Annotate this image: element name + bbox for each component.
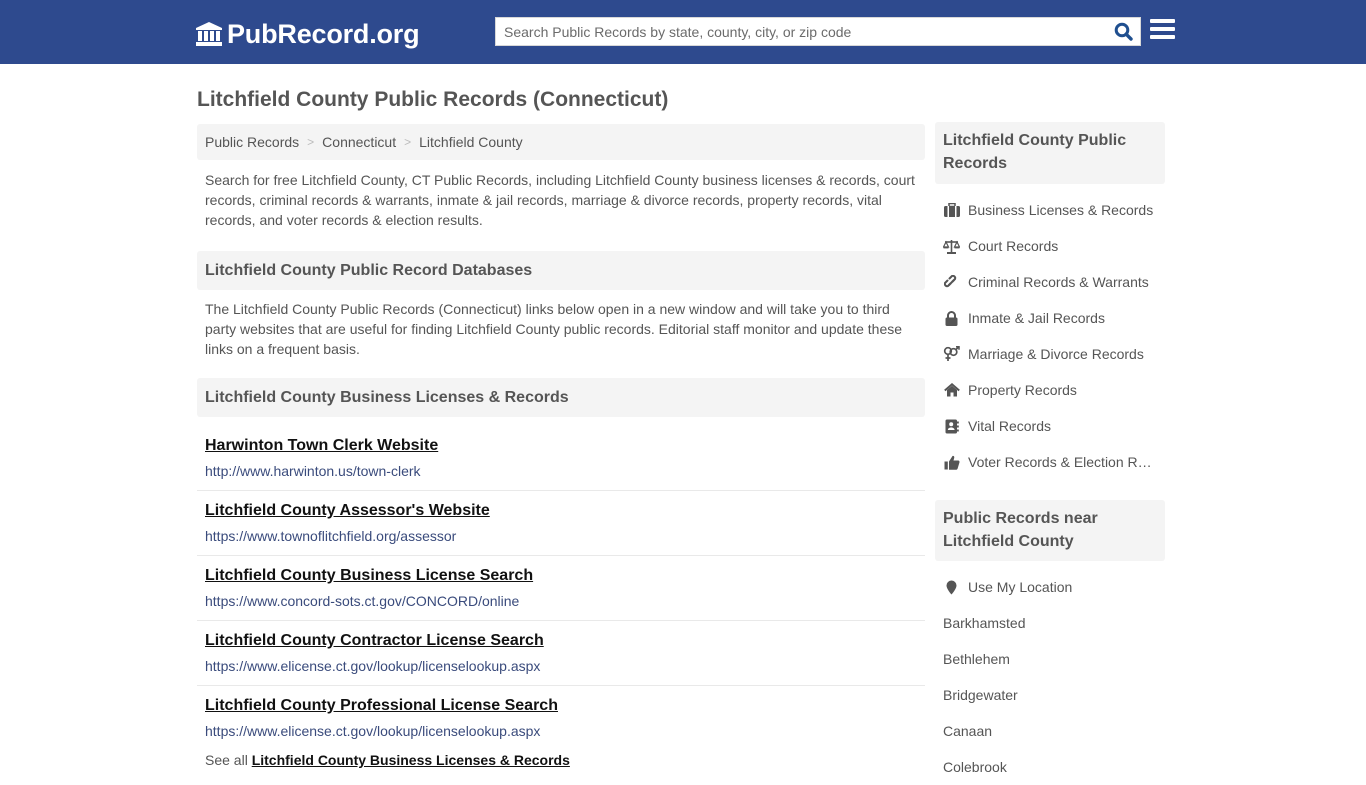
hamburger-icon-bar xyxy=(1150,35,1175,39)
link-title[interactable]: Litchfield County Professional License S… xyxy=(205,697,558,715)
sidebar-item-label: Voter Records & Election Results xyxy=(968,454,1158,470)
nearby-place-link[interactable]: Bridgewater xyxy=(935,677,1165,713)
link-title[interactable]: Litchfield County Business License Searc… xyxy=(205,567,533,585)
sidebar-item-criminal-records[interactable]: Criminal Records & Warrants xyxy=(935,264,1165,300)
nearby-place-link[interactable]: Colebrook xyxy=(935,749,1165,785)
breadcrumb-separator: > xyxy=(307,135,315,149)
list-item: Harwinton Town Clerk Website http://www.… xyxy=(197,426,925,491)
sidebar-item-voter-records[interactable]: Voter Records & Election Results xyxy=(935,444,1165,480)
see-all-prefix: See all xyxy=(205,752,248,768)
sidebar-item-court-records[interactable]: Court Records xyxy=(935,228,1165,264)
nearby-place-link[interactable]: Bethlehem xyxy=(935,641,1165,677)
site-logo[interactable]: PubRecord.org xyxy=(195,17,420,51)
sidebar-item-label: Vital Records xyxy=(968,418,1052,434)
use-my-location-label: Use My Location xyxy=(968,579,1073,595)
sidebar-item-business-licenses[interactable]: Business Licenses & Records xyxy=(935,192,1165,228)
business-links-list: Harwinton Town Clerk Website http://www.… xyxy=(197,426,925,751)
briefcase-icon xyxy=(943,202,960,218)
home-icon xyxy=(943,382,960,398)
intro-text: Search for free Litchfield County, CT Pu… xyxy=(205,172,915,228)
courthouse-icon xyxy=(195,21,223,47)
list-item: Litchfield County Assessor's Website htt… xyxy=(197,491,925,556)
databases-intro-text: The Litchfield County Public Records (Co… xyxy=(205,301,903,357)
link-url[interactable]: https://www.concord-sots.ct.gov/CONCORD/… xyxy=(205,593,519,609)
lock-icon xyxy=(943,310,960,326)
link-url[interactable]: https://www.townoflitchfield.org/assesso… xyxy=(205,528,456,544)
map-marker-icon xyxy=(943,579,960,595)
link-title[interactable]: Litchfield County Contractor License Sea… xyxy=(205,632,544,650)
page-title: Litchfield County Public Records (Connec… xyxy=(197,88,669,111)
sidebar-item-label: Inmate & Jail Records xyxy=(968,310,1105,326)
sidebar-item-label: Property Records xyxy=(968,382,1077,398)
see-all-business-link[interactable]: Litchfield County Business Licenses & Re… xyxy=(252,752,570,768)
address-book-icon xyxy=(943,418,960,434)
nearby-place-link[interactable]: Barkhamsted xyxy=(935,605,1165,641)
hamburger-icon-bar xyxy=(1150,27,1175,31)
hamburger-icon-bar xyxy=(1150,19,1175,23)
thumbs-up-icon xyxy=(943,454,960,470)
sidebar-item-label: Criminal Records & Warrants xyxy=(968,274,1149,290)
link-title[interactable]: Litchfield County Assessor's Website xyxy=(205,502,490,520)
breadcrumb-connecticut[interactable]: Connecticut xyxy=(322,134,396,150)
breadcrumb-litchfield-county[interactable]: Litchfield County xyxy=(419,134,523,150)
sidebar-item-vital-records[interactable]: Vital Records xyxy=(935,408,1165,444)
search-input[interactable] xyxy=(496,18,1106,45)
list-item: Litchfield County Contractor License Sea… xyxy=(197,621,925,686)
sidebar-item-inmate-records[interactable]: Inmate & Jail Records xyxy=(935,300,1165,336)
list-item: Litchfield County Professional License S… xyxy=(197,686,925,751)
sidebar-records-list: Business Licenses & Records Court Record… xyxy=(935,192,1165,480)
list-item: Litchfield County Business License Searc… xyxy=(197,556,925,621)
breadcrumb-separator: > xyxy=(404,135,412,149)
balance-scale-icon xyxy=(943,238,960,254)
logo-text: PubRecord.org xyxy=(227,18,420,49)
link-url[interactable]: https://www.elicense.ct.gov/lookup/licen… xyxy=(205,658,540,674)
use-my-location-button[interactable]: Use My Location xyxy=(935,569,1165,605)
sidebar-records-heading: Litchfield County Public Records xyxy=(935,122,1165,184)
link-title[interactable]: Harwinton Town Clerk Website xyxy=(205,437,438,455)
search-bar xyxy=(495,17,1141,46)
sidebar-item-label: Business Licenses & Records xyxy=(968,202,1154,218)
sidebar-item-marriage-records[interactable]: Marriage & Divorce Records xyxy=(935,336,1165,372)
breadcrumb: Public Records > Connecticut > Litchfiel… xyxy=(197,124,925,160)
venus-mars-icon xyxy=(943,346,960,362)
search-icon xyxy=(1114,22,1133,41)
databases-heading: Litchfield County Public Record Database… xyxy=(197,251,925,290)
business-licenses-heading: Litchfield County Business Licenses & Re… xyxy=(197,378,925,417)
top-navbar: PubRecord.org xyxy=(0,0,1366,64)
search-button[interactable] xyxy=(1106,18,1140,45)
sidebar-item-label: Marriage & Divorce Records xyxy=(968,346,1144,362)
sidebar-item-label: Court Records xyxy=(968,238,1059,254)
link-icon xyxy=(943,274,960,290)
link-url[interactable]: http://www.harwinton.us/town-clerk xyxy=(205,463,421,479)
sidebar-item-property-records[interactable]: Property Records xyxy=(935,372,1165,408)
link-url[interactable]: https://www.elicense.ct.gov/lookup/licen… xyxy=(205,723,540,739)
sidebar-nearby-heading: Public Records near Litchfield County xyxy=(935,500,1165,561)
hamburger-menu-button[interactable] xyxy=(1150,19,1175,43)
sidebar-nearby-list: Use My Location Barkhamsted Bethlehem Br… xyxy=(935,569,1165,785)
see-all-row: See all Litchfield County Business Licen… xyxy=(205,752,570,768)
nearby-place-link[interactable]: Canaan xyxy=(935,713,1165,749)
breadcrumb-public-records[interactable]: Public Records xyxy=(205,134,299,150)
